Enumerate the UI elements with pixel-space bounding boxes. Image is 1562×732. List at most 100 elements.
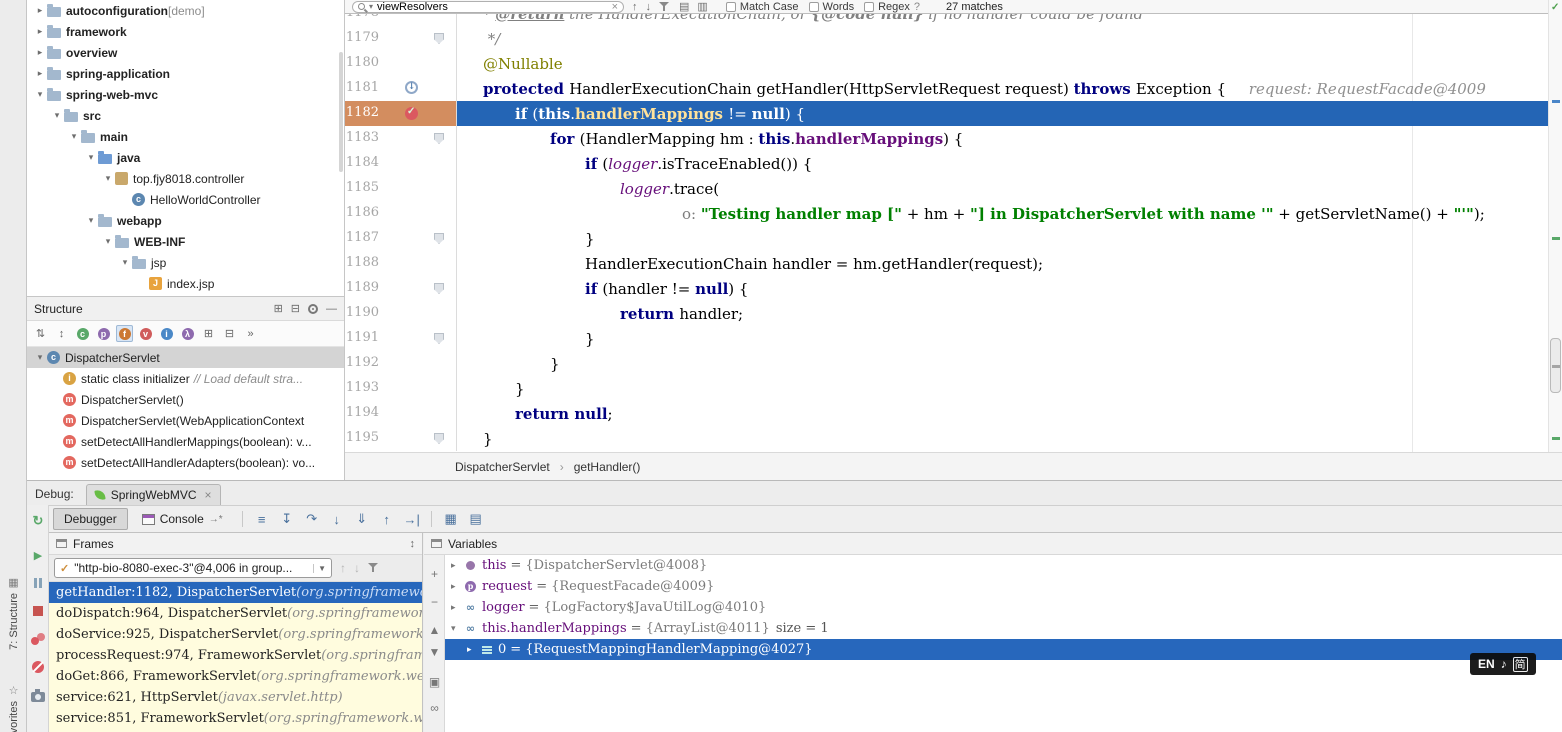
show-inherited-icon[interactable]: i [158, 325, 175, 342]
editor-gutter[interactable]: 1183 [345, 126, 457, 151]
stripe-mark[interactable] [1552, 100, 1560, 103]
regex-help-icon[interactable]: ? [914, 1, 920, 13]
collapsed-arrow-icon[interactable]: ▸ [33, 68, 47, 79]
editor-scrollbar[interactable]: ✓ [1548, 0, 1562, 452]
code-line[interactable]: 1195} [345, 426, 1548, 451]
debug-session-tab[interactable]: SpringWebMVC × [86, 484, 221, 505]
stack-frame[interactable]: doService:925, DispatcherServlet (org.sp… [49, 624, 422, 645]
project-item[interactable]: ▸overview [27, 42, 344, 63]
stop-icon[interactable] [30, 603, 46, 619]
editor-gutter[interactable]: 1188 [345, 251, 457, 276]
project-item[interactable]: ▸autoconfiguration [demo] [27, 0, 344, 21]
search-in-selection-icon[interactable]: ▤ [679, 0, 689, 13]
project-item[interactable]: ▾top.fjy8018.controller [27, 168, 344, 189]
step-over-icon[interactable]: ↷ [301, 509, 323, 529]
project-item[interactable]: ▾java [27, 147, 344, 168]
remove-watch-icon[interactable]: − [424, 595, 445, 609]
breadcrumb-item[interactable]: DispatcherServlet [455, 460, 550, 474]
editor-gutter[interactable]: 1190 [345, 301, 457, 326]
panel-layout-icon[interactable]: ▣ [424, 675, 445, 689]
code-line[interactable]: 1187} [345, 226, 1548, 251]
scrollbar-thumb[interactable] [1550, 338, 1561, 393]
stack-frame[interactable]: getHandler:1182, DispatcherServlet (org.… [49, 582, 422, 603]
structure-item[interactable]: mDispatcherServlet() [27, 389, 344, 410]
project-item[interactable]: ▾main [27, 126, 344, 147]
variable-row[interactable]: ▸∞logger={LogFactory$JavaUtilLog@4010} [445, 597, 1562, 618]
checkbox-icon[interactable] [726, 2, 736, 12]
search-field[interactable]: ▾ × [352, 1, 624, 13]
thread-selector[interactable]: ✓ "http-bio-8080-exec-3"@4,006 in group.… [54, 558, 332, 578]
expanded-arrow-icon[interactable]: ▾ [50, 110, 64, 121]
collapsed-arrow-icon[interactable]: ▸ [451, 582, 464, 592]
memory-view-icon[interactable]: ▤ [465, 509, 487, 529]
variable-row[interactable]: ▸0={RequestMappingHandlerMapping@4027} [445, 639, 1562, 660]
step-out-icon[interactable]: ↑ [376, 509, 398, 529]
find-option-regex[interactable]: Regex? [864, 1, 920, 13]
code-line[interactable]: 1194return null; [345, 401, 1548, 426]
collapse-all-icon[interactable]: ⊟ [291, 302, 300, 315]
prev-occurrence-icon[interactable]: ↑ [632, 1, 638, 13]
close-tab-icon[interactable]: × [205, 488, 212, 502]
expanded-arrow-icon[interactable]: ▾ [101, 236, 115, 247]
stack-frame[interactable]: service:851, FrameworkServlet (org.sprin… [49, 708, 422, 729]
variable-row[interactable]: ▸prequest={RequestFacade@4009} [445, 576, 1562, 597]
code-line[interactable]: 1183for (HandlerMapping hm : this.handle… [345, 126, 1548, 151]
project-item[interactable]: Jindex.jsp [27, 273, 344, 294]
editor-gutter[interactable]: 1181↓ [345, 76, 457, 101]
thread-dump-icon[interactable] [30, 687, 46, 703]
stack-frame[interactable]: processRequest:974, FrameworkServlet (or… [49, 645, 422, 666]
structure-item[interactable]: istatic class initializer // Load defaul… [27, 368, 344, 389]
code-line[interactable]: 1190return handler; [345, 301, 1548, 326]
frame-next-icon[interactable]: ↓ [354, 561, 360, 575]
tool-window-tab-structure[interactable]: ▦ 7: Structure [0, 576, 27, 650]
expand-all-icon[interactable]: ⊞ [200, 325, 217, 342]
expanded-arrow-icon[interactable]: ▾ [101, 173, 115, 184]
frame-prev-icon[interactable]: ↑ [340, 561, 346, 575]
show-watches-icon[interactable]: ∞ [424, 701, 445, 715]
run-to-cursor-icon[interactable]: →| [401, 509, 423, 529]
show-execution-point-icon[interactable]: ↧ [276, 509, 298, 529]
structure-item[interactable]: msetDetectAllHandlerMappings(boolean): v… [27, 431, 344, 452]
checkbox-icon[interactable] [809, 2, 819, 12]
collapsed-arrow-icon[interactable]: ▸ [451, 561, 464, 571]
variable-row[interactable]: ▾∞this.handlerMappings={ArrayList@4011}s… [445, 618, 1562, 639]
project-item[interactable]: ▸spring-application [27, 63, 344, 84]
variable-row[interactable]: ▸this={DispatcherServlet@4008} [445, 555, 1562, 576]
editor-gutter[interactable]: 1186 [345, 201, 457, 226]
expanded-arrow-icon[interactable]: ▾ [118, 257, 132, 268]
code-line[interactable]: 1182if (this.handlerMappings != null) { [345, 101, 1548, 126]
more-icon[interactable]: » [242, 325, 259, 342]
collapsed-arrow-icon[interactable]: ▸ [33, 47, 47, 58]
collapsed-arrow-icon[interactable]: ▸ [451, 603, 464, 613]
breakpoint-icon[interactable] [405, 107, 418, 120]
code-line[interactable]: 1193} [345, 376, 1548, 401]
expanded-arrow-icon[interactable]: ▾ [67, 131, 81, 142]
project-item[interactable]: ▾spring-web-mvc [27, 84, 344, 105]
expanded-arrow-icon[interactable]: ▾ [33, 89, 47, 100]
tab-console[interactable]: Console→* [131, 508, 234, 530]
pause-icon[interactable] [30, 575, 46, 591]
search-history-icon[interactable]: ▾ [369, 2, 373, 11]
expanded-arrow-icon[interactable]: ▾ [451, 624, 464, 634]
structure-item[interactable]: ▾cDispatcherServlet [27, 347, 344, 368]
code-line[interactable]: 1186o: "Testing handler map [" + hm + "]… [345, 201, 1548, 226]
editor-gutter[interactable]: 1193 [345, 376, 457, 401]
clear-search-icon[interactable]: × [612, 1, 618, 13]
step-into-icon[interactable]: ↓ [326, 509, 348, 529]
add-watch-icon[interactable]: + [424, 567, 445, 581]
next-occurrence-icon[interactable]: ↓ [646, 1, 652, 13]
view-breakpoints-icon[interactable] [30, 631, 46, 647]
expanded-arrow-icon[interactable]: ▾ [33, 352, 47, 363]
editor-gutter[interactable]: 1184 [345, 151, 457, 176]
project-item[interactable]: ▾webapp [27, 210, 344, 231]
inspection-status-icon[interactable]: ✓ [1551, 2, 1559, 13]
code-line[interactable]: 1191} [345, 326, 1548, 351]
stripe-mark[interactable] [1552, 437, 1560, 440]
collapsed-arrow-icon[interactable]: ▸ [33, 5, 47, 16]
evaluate-expression-icon[interactable]: ▦ [440, 509, 462, 529]
editor-gutter[interactable]: 1189 [345, 276, 457, 301]
code-line[interactable]: 1180@Nullable [345, 51, 1548, 76]
breadcrumb-item[interactable]: getHandler() [574, 460, 641, 474]
mute-breakpoints-icon[interactable] [30, 659, 46, 675]
settings-icon[interactable] [308, 304, 318, 314]
